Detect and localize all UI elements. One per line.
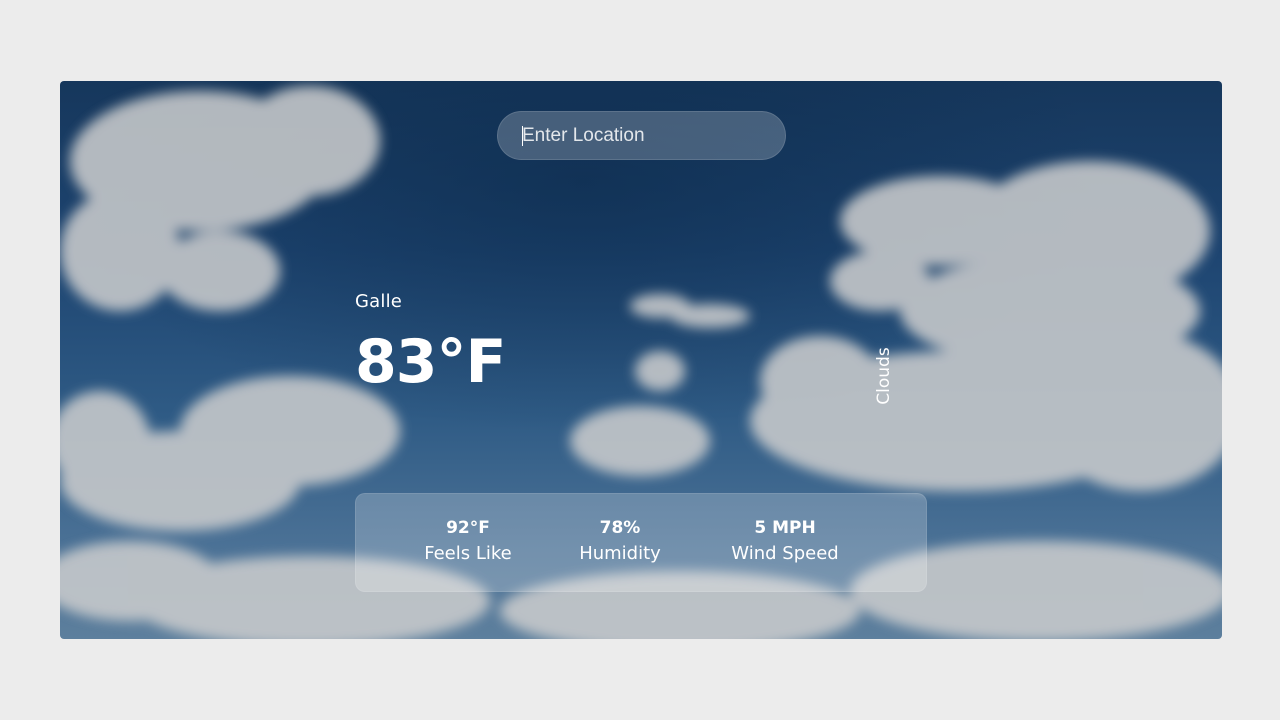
- wind-speed-value: 5 MPH: [754, 518, 816, 538]
- feels-like-value: 92°F: [446, 518, 490, 538]
- weather-condition: Clouds: [874, 347, 894, 405]
- humidity-value: 78%: [599, 518, 641, 538]
- location-name: Galle: [355, 291, 403, 312]
- stat-feels-like: 92°F Feels Like: [424, 516, 512, 568]
- location-search[interactable]: [497, 111, 786, 160]
- text-cursor: [522, 126, 523, 146]
- humidity-label: Humidity: [579, 543, 661, 564]
- stat-humidity: 78% Humidity: [579, 516, 661, 568]
- current-temperature: 83°F: [355, 327, 506, 397]
- wind-speed-label: Wind Speed: [731, 543, 839, 564]
- weather-stats-panel: 92°F Feels Like 78% Humidity 5 MPH Wind …: [355, 493, 927, 592]
- stat-wind-speed: 5 MPH Wind Speed: [731, 516, 838, 568]
- weather-app: Galle 83°F Clouds 92°F Feels Like 78% Hu…: [60, 81, 1222, 639]
- feels-like-label: Feels Like: [424, 543, 512, 564]
- location-search-input[interactable]: [522, 112, 772, 159]
